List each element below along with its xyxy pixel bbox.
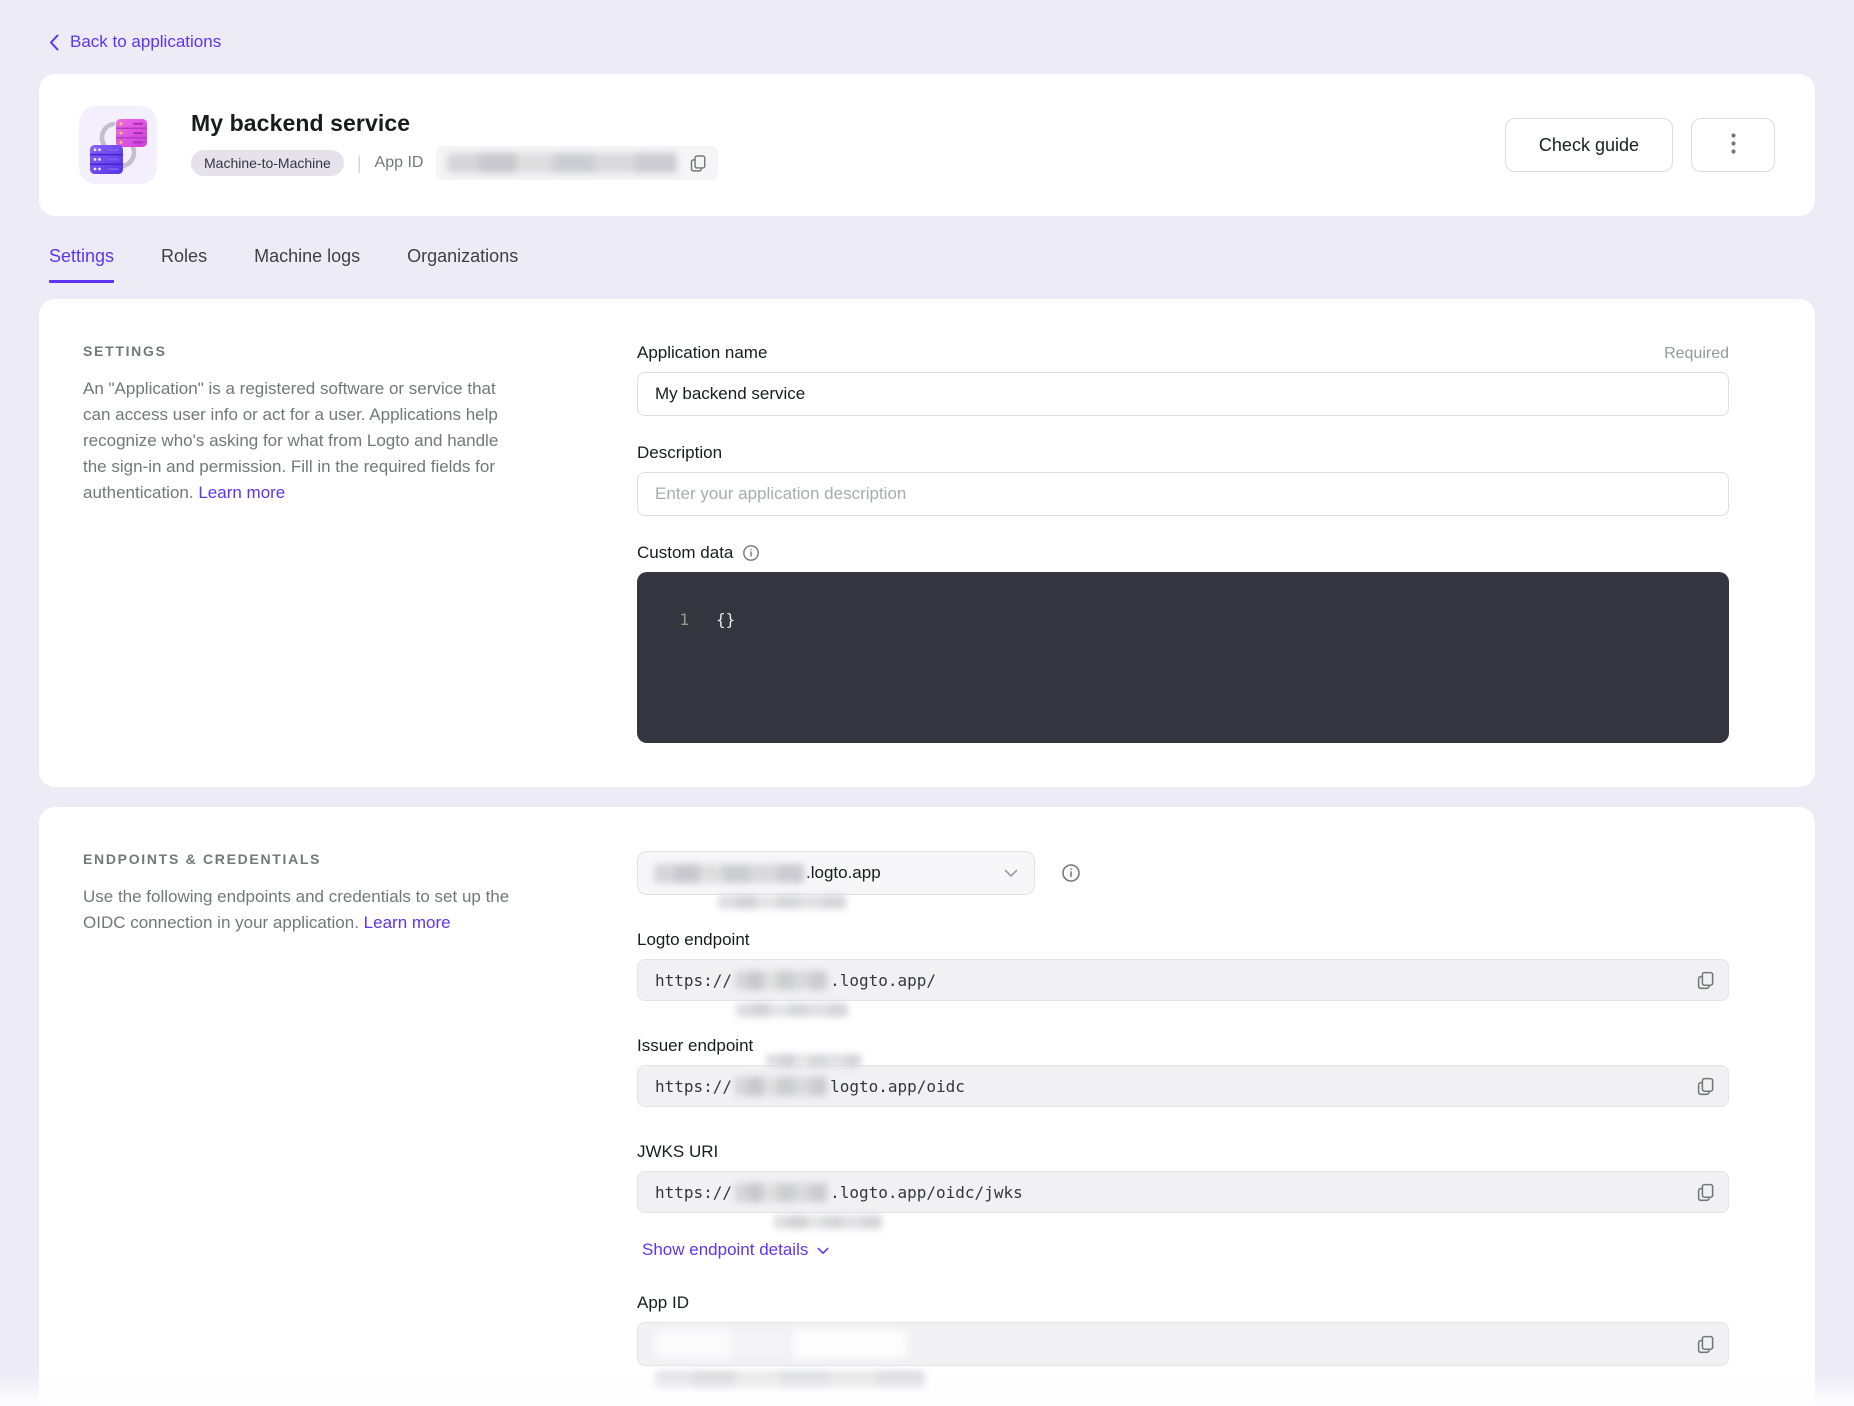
app-id-field-label: App ID [637, 1293, 689, 1313]
redacted-tenant-id [654, 864, 804, 883]
redaction-smudge [774, 1215, 882, 1229]
jwks-uri-group: JWKS URI https:// .logto.app/oidc/jwks [637, 1142, 1729, 1213]
redaction-smudge [766, 1054, 861, 1067]
app-tabs: Settings Roles Machine logs Organization… [49, 246, 1815, 283]
machine-to-machine-app-icon [79, 106, 157, 184]
redaction-smudge [718, 895, 846, 909]
kebab-menu-icon [1731, 133, 1736, 157]
settings-learn-more-link[interactable]: Learn more [198, 483, 285, 502]
issuer-endpoint-field: https:// logto.app/oidc [637, 1065, 1729, 1107]
settings-section-description: An "Application" is a registered softwar… [83, 379, 498, 502]
endpoint-suffix: .logto.app/oidc/jwks [830, 1183, 1023, 1202]
app-id-field [637, 1322, 1729, 1366]
show-endpoint-details-toggle[interactable]: Show endpoint details [642, 1240, 829, 1260]
copy-issuer-endpoint-button[interactable] [1696, 1077, 1715, 1096]
tab-settings[interactable]: Settings [49, 246, 114, 283]
description-label: Description [637, 443, 722, 463]
required-tag: Required [1664, 345, 1729, 363]
app-header-card: My backend service Machine-to-Machine | … [39, 74, 1815, 216]
app-id-value-box [436, 146, 718, 180]
issuer-endpoint-group: Issuer endpoint https:// logto.app/oidc [637, 1036, 1729, 1107]
chevron-down-icon [1004, 863, 1018, 883]
copy-app-id-button[interactable] [689, 154, 707, 172]
redacted-app-id-value [655, 1330, 907, 1358]
domain-suffix: .logto.app [806, 863, 881, 883]
app-title: My backend service [191, 110, 718, 137]
settings-card: SETTINGS An "Application" is a registere… [39, 299, 1815, 787]
endpoints-section-title: ENDPOINTS & CREDENTIALS [83, 851, 521, 867]
domain-row: .logto.app [637, 851, 1729, 895]
custom-data-code-editor[interactable]: 1 {} [637, 572, 1729, 743]
copy-logto-endpoint-button[interactable] [1696, 971, 1715, 990]
app-id-label: App ID [375, 154, 424, 172]
redaction-smudge [736, 1003, 848, 1017]
back-to-applications-link[interactable]: Back to applications [49, 32, 221, 52]
application-details-page: Back to applications [0, 0, 1854, 1406]
endpoint-prefix: https:// [655, 1183, 732, 1202]
redacted-tenant-id [735, 1077, 827, 1096]
redaction-smudge [655, 1371, 925, 1389]
chevron-down-icon [817, 1240, 829, 1260]
chevron-left-icon [49, 34, 59, 51]
endpoint-prefix: https:// [655, 971, 732, 990]
logto-endpoint-field: https:// .logto.app/ [637, 959, 1729, 1001]
tab-roles[interactable]: Roles [161, 246, 207, 283]
endpoints-credentials-card: ENDPOINTS & CREDENTIALS Use the followin… [39, 807, 1815, 1406]
endpoints-learn-more-link[interactable]: Learn more [364, 913, 451, 932]
copy-app-id-button[interactable] [1696, 1335, 1715, 1354]
custom-data-group: Custom data 1 {} [637, 543, 1729, 743]
endpoint-suffix: logto.app/oidc [830, 1077, 965, 1096]
settings-section-title: SETTINGS [83, 343, 521, 359]
app-type-badge: Machine-to-Machine [191, 150, 344, 176]
tab-machine-logs[interactable]: Machine logs [254, 246, 360, 283]
redacted-tenant-id [735, 971, 827, 990]
endpoint-suffix: .logto.app/ [830, 971, 936, 990]
code-content: {} [716, 610, 735, 629]
application-name-input[interactable] [637, 372, 1729, 416]
domain-select[interactable]: .logto.app [637, 851, 1035, 895]
copy-jwks-uri-button[interactable] [1696, 1183, 1715, 1202]
custom-data-info-icon[interactable] [742, 544, 760, 562]
app-id-group: App ID [637, 1293, 1729, 1366]
tab-organizations[interactable]: Organizations [407, 246, 518, 283]
app-header-text: My backend service Machine-to-Machine | … [191, 110, 718, 180]
meta-divider: | [357, 153, 362, 174]
redacted-app-id-value [447, 153, 677, 173]
check-guide-button[interactable]: Check guide [1505, 118, 1673, 172]
custom-data-label: Custom data [637, 543, 733, 563]
issuer-endpoint-label: Issuer endpoint [637, 1036, 753, 1056]
jwks-uri-field: https:// .logto.app/oidc/jwks [637, 1171, 1729, 1213]
description-input[interactable] [637, 472, 1729, 516]
application-name-group: Application name Required [637, 343, 1729, 416]
logto-endpoint-group: Logto endpoint https:// .logto.app/ [637, 930, 1729, 1001]
show-endpoint-details-label: Show endpoint details [642, 1240, 808, 1260]
domain-info-icon[interactable] [1061, 863, 1081, 883]
code-line-number: 1 [637, 610, 689, 629]
endpoint-prefix: https:// [655, 1077, 732, 1096]
more-actions-button[interactable] [1691, 118, 1775, 172]
jwks-uri-label: JWKS URI [637, 1142, 718, 1162]
logto-endpoint-label: Logto endpoint [637, 930, 750, 950]
application-name-label: Application name [637, 343, 767, 363]
description-group: Description [637, 443, 1729, 516]
redacted-tenant-id [735, 1183, 827, 1202]
back-link-label: Back to applications [70, 32, 221, 52]
